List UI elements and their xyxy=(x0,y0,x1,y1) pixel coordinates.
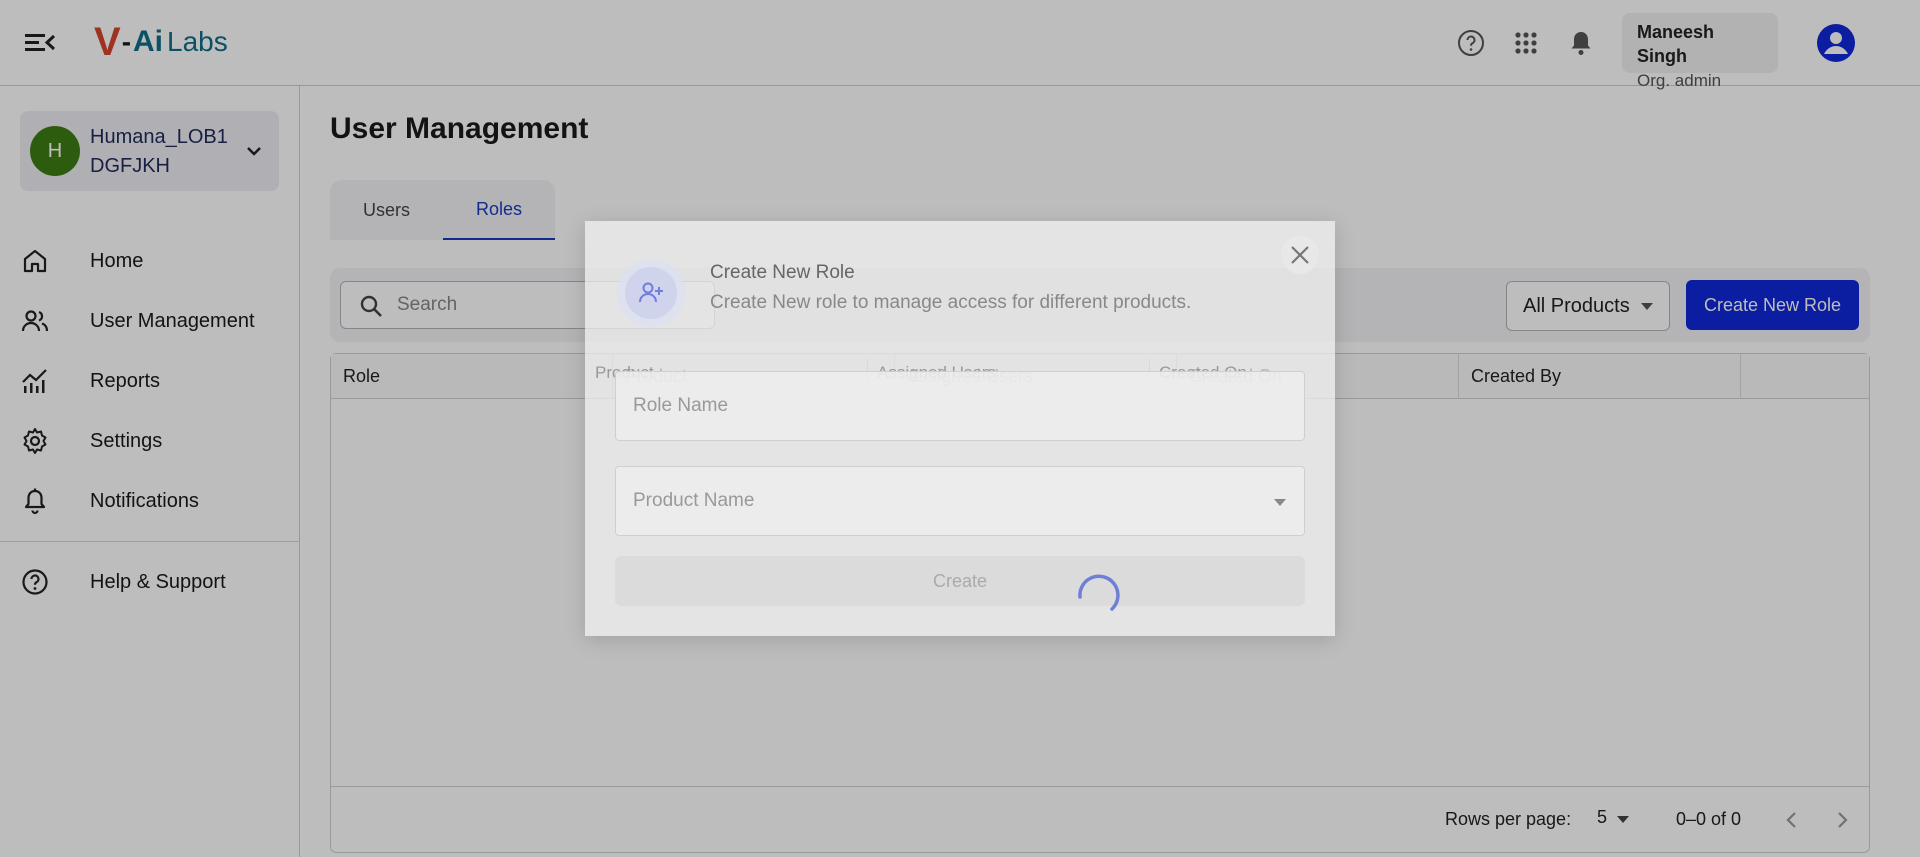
product-name-select[interactable]: Product Name xyxy=(615,466,1305,536)
dialog-close-button[interactable] xyxy=(1281,236,1319,274)
close-icon xyxy=(1291,246,1309,264)
dialog-title: Create New Role xyxy=(710,262,855,283)
loading-spinner-icon xyxy=(1078,574,1120,611)
add-user-icon xyxy=(639,282,663,303)
dialog-icon-badge xyxy=(617,259,685,327)
create-button[interactable]: Create xyxy=(615,556,1305,606)
dropdown-caret-icon xyxy=(1274,499,1286,506)
role-name-field[interactable]: Role Name xyxy=(615,371,1305,441)
dialog-subtitle: Create New role to manage access for dif… xyxy=(710,292,1192,313)
create-role-dialog: Create New Role Create New role to manag… xyxy=(585,221,1335,636)
